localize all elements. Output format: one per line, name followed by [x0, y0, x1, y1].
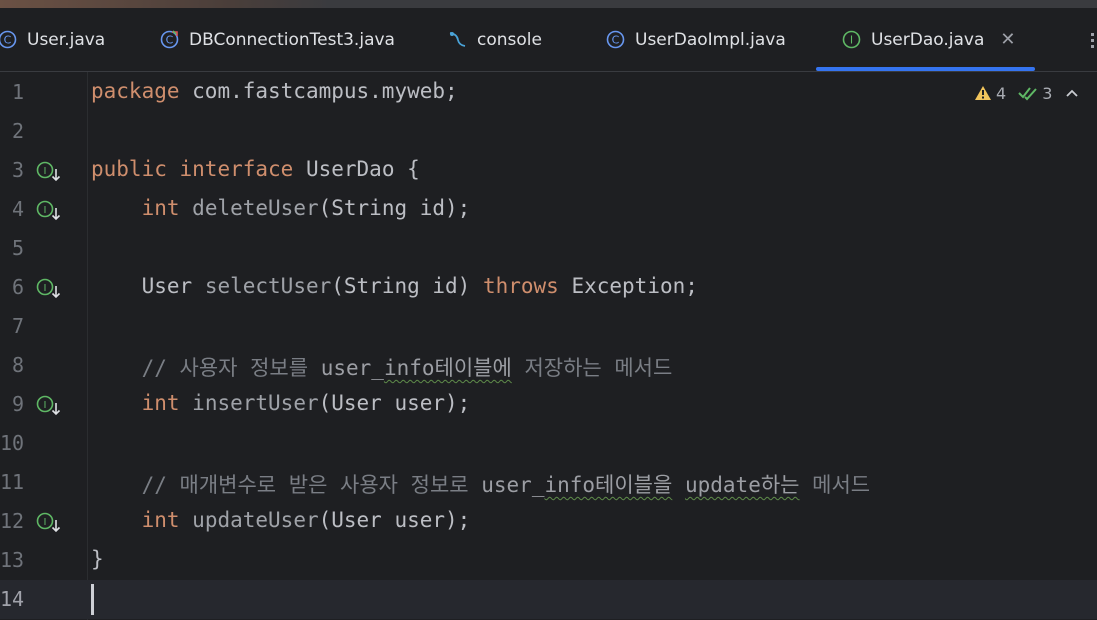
comment-text: user_ — [481, 473, 545, 497]
code-line-8[interactable]: 8 // 사용자 정보를 user_info테이블에 저장하는 메서드 — [0, 346, 1097, 385]
close-icon[interactable]: ✕ — [1000, 29, 1015, 50]
svg-text:I: I — [44, 400, 47, 411]
implemented-method-gutter-icon[interactable]: I — [36, 200, 64, 221]
interface-icon: I — [842, 30, 861, 49]
tab-label: User.java — [27, 29, 106, 50]
line-number: 7 — [11, 314, 24, 338]
keyword-throws: throws — [482, 274, 559, 298]
code-line-9[interactable]: 9 I int insertUser(User user); — [0, 385, 1097, 424]
line-number: 10 — [0, 431, 25, 455]
more-tabs-icon[interactable] — [1091, 30, 1097, 48]
code-line-13[interactable]: 13 } — [0, 541, 1097, 580]
keyword-public: public — [91, 157, 167, 181]
method-name: updateUser — [192, 508, 319, 532]
svg-text:C: C — [166, 34, 174, 47]
line-number: 9 — [11, 392, 24, 416]
method-name: selectUser — [204, 274, 332, 298]
implemented-interface-gutter-icon[interactable]: I — [36, 161, 64, 182]
method-params: (String id); — [318, 196, 471, 220]
code-line-5[interactable]: 5 — [0, 229, 1097, 268]
console-icon — [448, 30, 467, 49]
tab-dbconnectiontest3-java[interactable]: C DBConnectionTest3.java — [160, 8, 395, 71]
tab-label: UserDao.java — [871, 29, 985, 50]
svg-text:I: I — [850, 34, 853, 47]
interface-name: UserDao — [293, 157, 408, 181]
line-number: 11 — [0, 470, 25, 494]
code-line-6[interactable]: 6 I User selectUser(String id) throws Ex… — [0, 268, 1097, 307]
exception-type: Exception; — [558, 274, 698, 298]
code-line-10[interactable]: 10 — [0, 424, 1097, 463]
open-brace: { — [407, 157, 420, 181]
comment-text: // 사용자 정보를 — [141, 356, 321, 380]
editor-tab-bar: C User.java C DBConnectionTest3.java con… — [0, 8, 1097, 72]
class-icon: C — [0, 30, 17, 49]
line-number: 5 — [11, 236, 24, 260]
code-line-14[interactable]: 14 — [0, 580, 1097, 619]
comment-text: // 매개변수로 받은 사용자 정보로 — [141, 473, 482, 497]
line-number: 8 — [11, 353, 24, 377]
text-caret — [91, 584, 94, 615]
svg-text:I: I — [44, 205, 47, 216]
svg-text:I: I — [44, 166, 47, 177]
active-tab-indicator — [816, 67, 1036, 71]
code-line-1[interactable]: 1 package com.fastcampus.myweb; — [0, 73, 1097, 112]
line-number: 3 — [11, 158, 24, 182]
implemented-method-gutter-icon[interactable]: I — [36, 395, 64, 416]
comment-text: user_ — [320, 356, 384, 380]
keyword-package: package — [91, 79, 180, 103]
method-name: deleteUser — [192, 196, 319, 220]
return-type: int — [141, 391, 180, 415]
line-number: 13 — [0, 548, 25, 572]
test-class-icon: C — [160, 30, 179, 49]
method-params: (User user); — [318, 391, 471, 415]
tab-user-java[interactable]: C User.java — [0, 8, 105, 71]
tab-label: DBConnectionTest3.java — [189, 29, 395, 50]
return-type: int — [141, 508, 180, 532]
window-top-strip — [0, 0, 1097, 8]
line-number: 12 — [0, 509, 25, 533]
tab-userdaoimpl-java[interactable]: C UserDaoImpl.java — [606, 8, 786, 71]
svg-text:I: I — [44, 517, 47, 528]
code-line-12[interactable]: 12 I int updateUser(User user); — [0, 502, 1097, 541]
tab-console[interactable]: console — [448, 8, 542, 71]
line-number: 6 — [11, 275, 24, 299]
line-number: 14 — [0, 587, 25, 611]
class-icon: C — [606, 30, 625, 49]
code-line-3[interactable]: 3 I public interface UserDao { — [0, 151, 1097, 190]
svg-text:I: I — [44, 283, 47, 294]
svg-text:C: C — [612, 34, 620, 47]
implemented-method-gutter-icon[interactable]: I — [36, 512, 64, 533]
comment-text: 저장하는 메서드 — [511, 356, 673, 380]
code-line-2[interactable]: 2 — [0, 112, 1097, 151]
comment-typo-text: update하는 — [684, 473, 800, 497]
return-type: int — [141, 196, 180, 220]
comment-typo-text: info테이블을 — [544, 473, 673, 497]
tab-label: console — [477, 29, 542, 50]
method-params: (String id) — [331, 274, 483, 298]
implemented-method-gutter-icon[interactable]: I — [36, 278, 64, 299]
tab-label: UserDaoImpl.java — [635, 29, 786, 50]
return-type: User — [141, 274, 193, 298]
package-name: com.fastcampus.myweb; — [179, 79, 458, 103]
code-line-7[interactable]: 7 — [0, 307, 1097, 346]
comment-text — [672, 473, 685, 497]
line-number: 2 — [11, 119, 24, 143]
line-number: 1 — [11, 80, 24, 104]
code-line-4[interactable]: 4 I int deleteUser(String id); — [0, 190, 1097, 229]
comment-text: 메서드 — [799, 473, 871, 497]
keyword-interface: interface — [179, 157, 294, 181]
comment-typo-text: info테이블에 — [383, 356, 512, 380]
close-brace: } — [91, 547, 104, 571]
code-editor[interactable]: 4 3 1 package com.fastcampus.myweb; 2 3 … — [0, 72, 1097, 620]
tab-userdao-java[interactable]: I UserDao.java ✕ — [816, 8, 1036, 71]
line-number: 4 — [11, 197, 24, 221]
method-name: insertUser — [192, 391, 319, 415]
svg-text:C: C — [4, 34, 12, 47]
method-params: (User user); — [318, 508, 471, 532]
code-line-11[interactable]: 11 // 매개변수로 받은 사용자 정보로 user_info테이블을 upd… — [0, 463, 1097, 502]
